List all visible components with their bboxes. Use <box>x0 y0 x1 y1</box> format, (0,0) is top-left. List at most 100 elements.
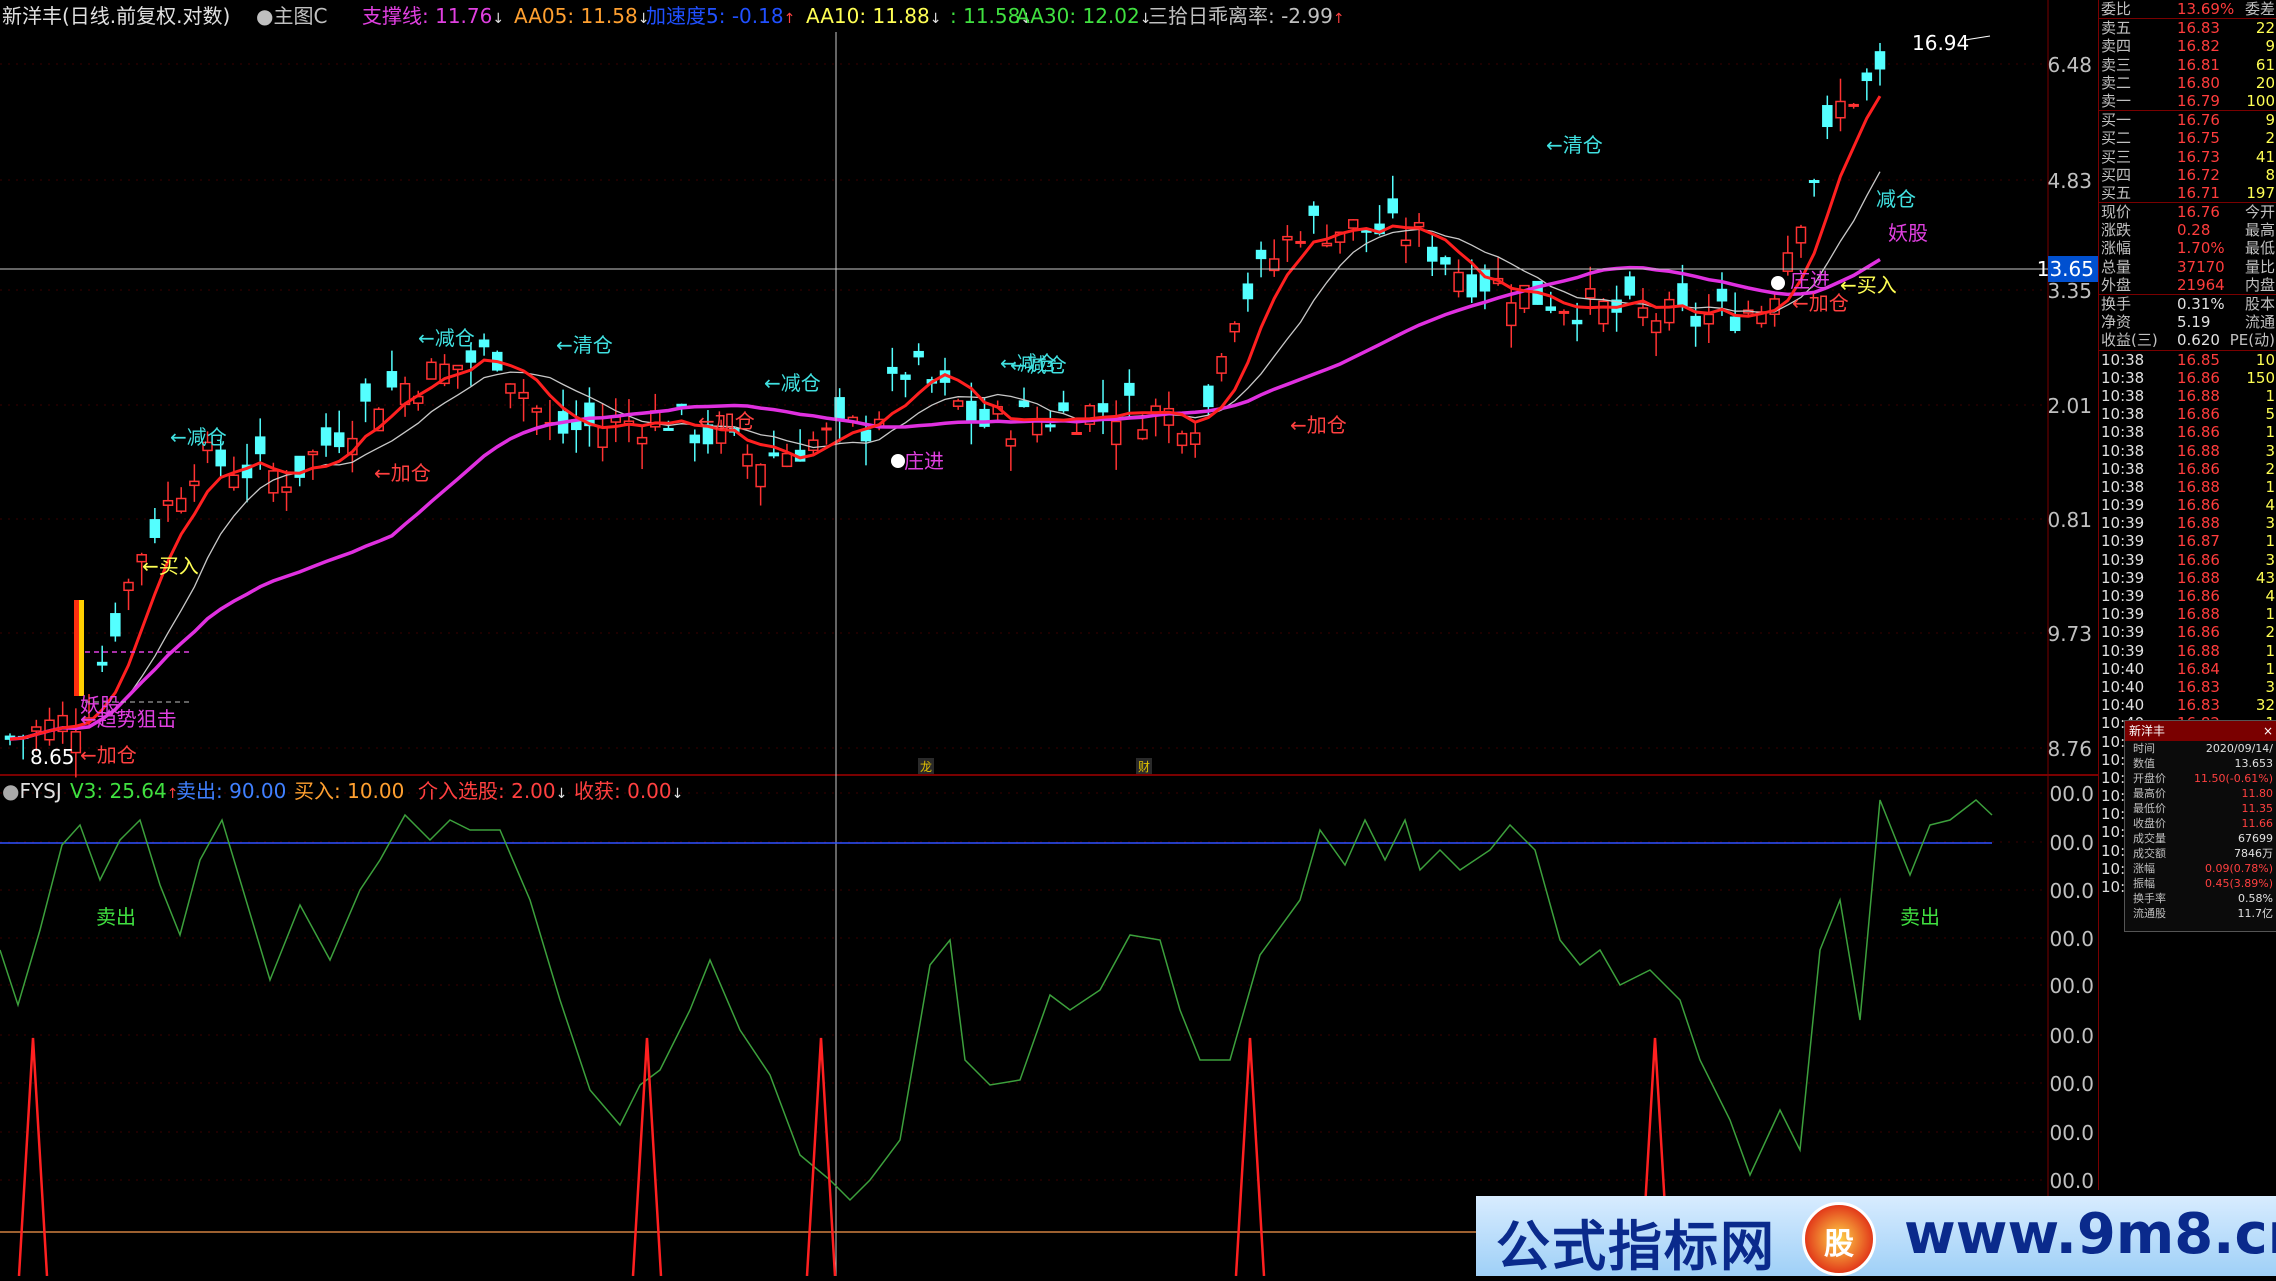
panel-text: 16.84 <box>2177 659 2220 678</box>
buy-level-row[interactable]: 买二 16.75 2 <box>2099 129 2276 147</box>
candle-body <box>1848 103 1859 107</box>
candle-body <box>333 432 345 448</box>
panel-text: 10:39 <box>2101 568 2145 587</box>
panel-text: 10:38 <box>2101 477 2145 496</box>
candle-body <box>966 400 977 422</box>
buy-level-row[interactable]: 买五 16.71 197 <box>2099 184 2276 202</box>
tick-row[interactable]: 10:38 16.88 1 <box>2099 387 2276 405</box>
sell-level-row[interactable]: 卖三 16.81 61 <box>2099 56 2276 74</box>
chart-canvas[interactable]: 6.48 4.83 3.35 2.01 0.81 9.73 8.76 00.0 00.0 00.0… <box>0 0 2098 1276</box>
panel-text: 16.76 <box>2177 203 2220 222</box>
candle-body <box>1216 355 1227 374</box>
sell-level-row[interactable]: 卖四 16.82 9 <box>2099 37 2276 55</box>
tick-row[interactable]: 10:39 16.86 2 <box>2099 623 2276 641</box>
popup-row-value: 7846万 <box>2234 847 2273 860</box>
sub-axis-label: 00.0 <box>2049 1072 2094 1096</box>
stat-row[interactable]: 涨幅 1.70% 最低 <box>2099 239 2276 257</box>
candle-body <box>742 453 753 467</box>
stat-row[interactable]: 收益(三) 0.620 PE(动) <box>2099 331 2276 349</box>
panel-text: 10:40 <box>2101 659 2145 678</box>
panel-text: 16.75 <box>2177 129 2220 148</box>
panel-text: 股本 <box>2244 295 2275 313</box>
tick-row[interactable]: 10:39 16.86 4 <box>2099 496 2276 514</box>
popup-row-label: 换手率 <box>2133 892 2166 905</box>
popup-row-value: 13.653 <box>2234 757 2274 770</box>
tick-row[interactable]: 10:40 16.83 32 <box>2099 696 2276 714</box>
tick-row[interactable]: 10:39 16.86 3 <box>2099 551 2276 569</box>
tick-row[interactable]: 10:40 16.83 3 <box>2099 678 2276 696</box>
panel-text: 16.88 <box>2177 477 2220 496</box>
panel-text: 10:39 <box>2101 514 2145 533</box>
tick-row[interactable]: 10:38 16.88 1 <box>2099 478 2276 496</box>
candle-body <box>1835 100 1846 119</box>
tick-row[interactable]: 10:40 16.84 1 <box>2099 660 2276 678</box>
candle-body <box>1071 431 1082 435</box>
candle-body <box>1308 205 1319 216</box>
panel-text: 3 <box>2265 441 2275 460</box>
candle-body <box>1387 198 1398 214</box>
tick-row[interactable]: 10:39 16.88 43 <box>2099 569 2276 587</box>
panel-text: 10:40 <box>2101 696 2145 715</box>
candle-body <box>952 400 964 407</box>
popup-row: 成交额 7846万 <box>2125 846 2276 861</box>
data-popup[interactable]: 新洋丰 × 时间 2020/09/14/数值 13.653 开盘价 11.50(-0.61… <box>2124 720 2276 932</box>
stat-row[interactable]: 涨跌 0.28 最高 <box>2099 221 2276 239</box>
sell-level-row[interactable]: 卖二 16.80 20 <box>2099 74 2276 92</box>
stat-row[interactable]: 总量 37170 量比 <box>2099 258 2276 276</box>
candle-body <box>1150 405 1161 413</box>
panel-text: 4 <box>2265 587 2275 605</box>
stock-chart-app[interactable]: 6.48 4.83 3.35 2.01 0.81 9.73 8.76 00.0 00.0 00.0… <box>0 0 2276 1278</box>
tick-row[interactable]: 10:39 16.87 1 <box>2099 532 2276 550</box>
panel-text: 涨跌 <box>2101 221 2132 240</box>
signal-label: ←减仓 <box>170 425 227 449</box>
panel-text: 16.83 <box>2177 696 2220 715</box>
tick-row[interactable]: 10:38 16.86 1 <box>2099 423 2276 441</box>
panel-text: 16.86 <box>2177 459 2220 478</box>
panel-text: 10:38 <box>2101 350 2145 369</box>
candle-body <box>1585 288 1596 299</box>
signal-label: ←清仓 <box>1546 133 1603 157</box>
buy-level-row[interactable]: 买一 16.76 9 <box>2099 110 2276 129</box>
price-axis-label: 8.76 <box>2047 737 2092 761</box>
tick-row[interactable]: 10:39 16.88 1 <box>2099 605 2276 623</box>
candle-body <box>1874 51 1886 70</box>
tick-row[interactable]: 10:39 16.88 3 <box>2099 514 2276 532</box>
stat-row[interactable]: 净资 5.19 流通 <box>2099 313 2276 331</box>
tick-row[interactable]: 10:38 16.86 2 <box>2099 460 2276 478</box>
signal-label: 庄进 <box>904 449 944 473</box>
candle-body <box>96 661 108 666</box>
quote-panel[interactable]: 委比 13.69% 委差 卖五 16.83 22 卖四 16.82 9 卖三 16.81 61 卖二 16… <box>2098 0 2276 1190</box>
candle-body <box>1703 313 1715 325</box>
panel-text: 10:38 <box>2101 368 2145 387</box>
candle-body <box>1427 246 1438 262</box>
tick-row[interactable]: 10:38 16.86 5 <box>2099 405 2276 423</box>
panel-text: 16.83 <box>2177 19 2220 38</box>
stat-row[interactable]: 现价 16.76 今开 <box>2099 202 2276 221</box>
main-chart-label[interactable]: ●主图C <box>256 0 327 32</box>
tick-row[interactable]: 10:39 16.88 1 <box>2099 642 2276 660</box>
arrow-icon: ↓ <box>671 786 684 802</box>
tick-row[interactable]: 10:38 16.85 10 <box>2099 349 2276 369</box>
committee-pct: 13.69% <box>2177 0 2235 18</box>
panel-text: 16.81 <box>2177 55 2220 74</box>
sell-level-row[interactable]: 卖五 16.83 22 <box>2099 18 2276 37</box>
sell-level-row[interactable]: 卖一 16.79 100 <box>2099 92 2276 110</box>
popup-row-label: 振幅 <box>2133 877 2155 890</box>
sub-indicator-1: 卖出: 90.00 <box>176 779 287 803</box>
popup-row: 开盘价 11.50(-0.61%) <box>2125 771 2276 786</box>
buy-level-row[interactable]: 买三 16.73 41 <box>2099 148 2276 166</box>
candle-body <box>149 519 161 538</box>
tick-row[interactable]: 10:38 16.88 3 <box>2099 442 2276 460</box>
tick-row[interactable]: 10:39 16.86 4 <box>2099 587 2276 605</box>
buy-level-row[interactable]: 买四 16.72 8 <box>2099 166 2276 184</box>
signal-spike <box>17 1037 49 1276</box>
candle-body <box>1624 276 1636 296</box>
committee-row[interactable]: 委比 13.69% 委差 <box>2099 0 2276 18</box>
stat-row[interactable]: 换手 0.31% 股本 <box>2099 294 2276 313</box>
panel-text: 5.19 <box>2177 313 2211 332</box>
signal-bar-inner <box>79 600 84 696</box>
stat-row[interactable]: 外盘 21964 内盘 <box>2099 276 2276 294</box>
candle-body <box>1203 385 1214 408</box>
tick-row[interactable]: 10:38 16.86 150 <box>2099 369 2276 387</box>
close-icon[interactable]: × <box>2263 721 2273 741</box>
